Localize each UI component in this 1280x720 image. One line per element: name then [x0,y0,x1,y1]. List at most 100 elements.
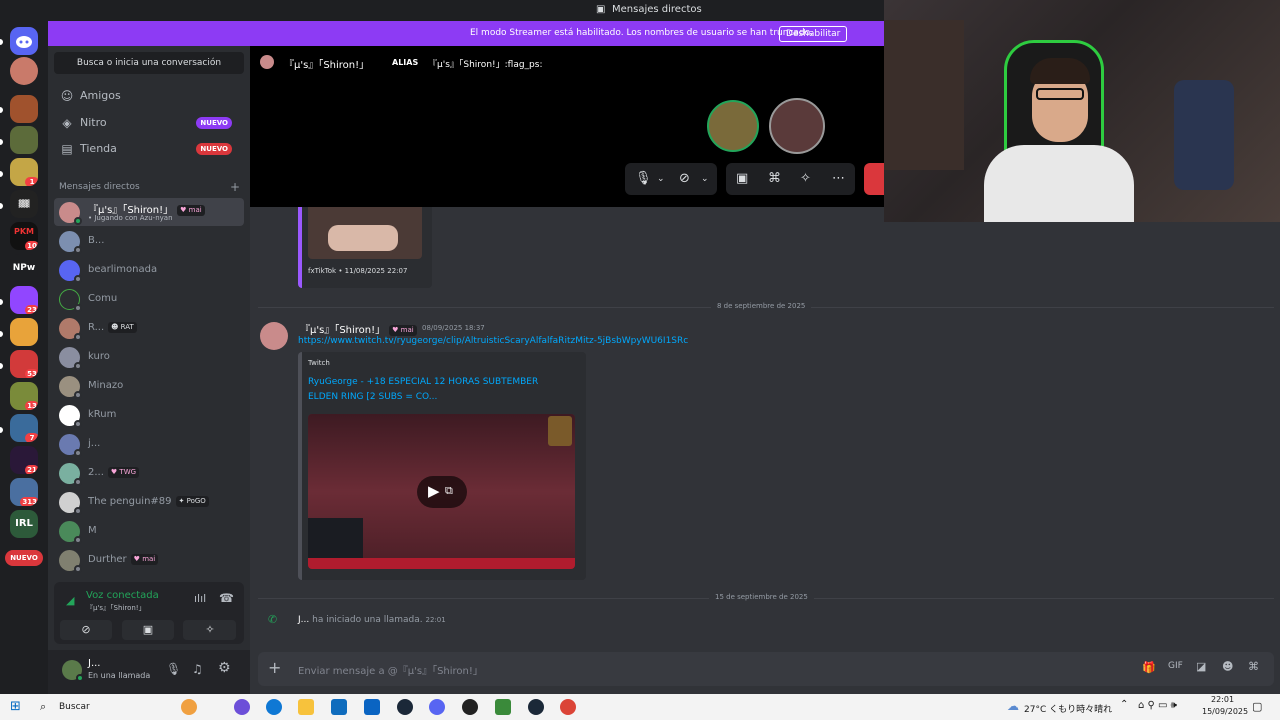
dm-item[interactable]: kRum [54,401,244,429]
gift-icon[interactable]: 🎁 [1142,661,1156,674]
soundboard-button[interactable]: ✧ [184,620,236,640]
tray-icons[interactable]: ⌂ ⚲ ▭ 🕪 [1138,700,1177,711]
chevron-up-icon[interactable]: ⌃ [1120,699,1128,710]
participant-avatar[interactable] [769,98,825,154]
shelf [884,20,964,170]
home-discord-icon[interactable] [10,27,38,55]
weather-icon[interactable]: ☁ [1007,699,1019,713]
gif-icon[interactable]: GIF [1168,661,1183,671]
store-icon[interactable] [331,699,347,715]
dm-item[interactable]: bearlimonada [54,256,244,284]
windows-start-icon[interactable]: ⊞ [10,699,21,714]
server-irl[interactable]: IRL [10,510,38,538]
activity-icon[interactable]: ⌘ [768,171,781,186]
dm-item[interactable]: 『µ's』「Shiron!」 ♥ mai • Jugando con Azu-ny… [54,198,244,226]
author-avatar[interactable] [260,322,288,350]
server-icon[interactable] [10,126,38,154]
soundwave-icon[interactable]: ılıl [194,592,206,605]
message-link[interactable]: https://www.twitch.tv/ryugeorge/clip/Alt… [298,336,688,346]
dm-item[interactable]: j... [54,430,244,458]
play-button[interactable]: ▶ ⧉ [417,476,467,508]
server-icon[interactable]: ▓▓ [10,190,38,218]
emoji-icon[interactable]: ☻ [1222,660,1233,673]
disconnect-icon[interactable]: ☎ [219,591,234,605]
dm-item[interactable]: B... [54,227,244,255]
soundboard-icon[interactable]: ✧ [800,171,811,186]
nav-friends[interactable]: ☺ Amigos [56,84,242,108]
outlook-icon[interactable] [364,699,380,715]
taskbar-time[interactable]: 22:01 [1211,695,1234,704]
nav-shop[interactable]: ▤ Tienda NUEVO [56,137,242,161]
dm-item[interactable]: The penguin#89 ✦ PoGO [54,488,244,516]
disable-streamer-button[interactable]: Deshabilitar [779,26,848,42]
headphones-icon[interactable]: ♫ [192,662,203,676]
server-icon[interactable] [10,95,38,123]
embed-title[interactable]: RyuGeorge - +18 ESPECIAL 12 HORAS SUBTEM… [308,375,558,405]
taskbar-date[interactable]: 15/09/2025 [1202,707,1248,716]
status-dot [74,362,82,370]
create-dm-icon[interactable]: + [230,180,240,194]
obs-icon[interactable] [462,699,478,715]
embed-video-thumbnail[interactable]: ▶ ⧉ [308,414,575,569]
file-explorer-icon[interactable] [298,699,314,715]
dm-activity: • Jugando con Azu-nyan [88,214,173,222]
user-panel: J... En una llamada 🎙 ♫ ⚙ [48,650,250,694]
more-icon[interactable]: ⋯ [832,171,845,186]
hang-up-button[interactable] [864,163,884,195]
dm-item[interactable]: Minazo [54,372,244,400]
camera-off-button[interactable]: ⊘ [60,620,112,640]
server-icon[interactable] [10,318,38,346]
notifications-icon[interactable]: ▢ [1252,700,1262,713]
message-composer[interactable]: + Enviar mensaje a @『µ's』「Shiron!」 🎁 GIF… [258,652,1274,686]
shop-icon: ▤ [61,142,73,156]
embed-thumbnail[interactable] [308,207,422,259]
new-server-badge[interactable]: NUEVO [5,550,43,566]
alias-label: ALIAS [392,58,419,67]
dm-item[interactable]: Durther ♥ mai [54,546,244,574]
search-conversation-button[interactable]: Busca o inicia una conversación [54,52,244,74]
dm-item[interactable]: 2... ♥ TWG [54,459,244,487]
chevron-down-icon[interactable]: ⌄ [657,174,665,184]
search-icon[interactable]: ⌕ [40,700,46,714]
status-dot [74,536,82,544]
server-icon[interactable]: 13 [10,382,38,410]
chevron-down-icon[interactable]: ⌄ [701,174,709,184]
dm-item[interactable]: M [54,517,244,545]
apps-icon[interactable]: ⌘ [1248,660,1259,673]
screen-share-icon[interactable]: ▣ [736,171,748,186]
sticker-icon[interactable]: ◪ [1196,660,1206,673]
message-author[interactable]: 『µ's』「Shiron!」 ♥ mai [300,321,417,336]
dm-avatar-icon[interactable] [10,57,38,85]
steam-icon[interactable] [397,699,413,715]
taskbar-search[interactable]: Buscar [59,702,90,712]
server-icon[interactable]: 7 [10,414,38,442]
chrome-icon[interactable] [560,699,576,715]
server-icon[interactable]: 23 [10,286,38,314]
server-icon[interactable]: 1 [10,158,38,186]
edge-icon[interactable] [266,699,282,715]
add-attachment-icon[interactable]: + [268,658,281,677]
server-icon[interactable]: 53 [10,350,38,378]
weather-text[interactable]: 27°C くもり時々晴れ [1024,702,1112,715]
dm-item[interactable]: kuro [54,343,244,371]
app-icon[interactable] [495,699,511,715]
dm-item[interactable]: R... ☻ RAT [54,314,244,342]
copilot-icon[interactable] [234,699,250,715]
microphone-icon[interactable]: 🎙 [635,171,652,186]
screen-share-button[interactable]: ▣ [122,620,174,640]
dm-name: R... ☻ RAT [88,322,137,333]
dm-item[interactable]: Comu [54,285,244,313]
steam-icon[interactable] [528,699,544,715]
message-input-placeholder[interactable]: Enviar mensaje a @『µ's』「Shiron!」 [298,662,483,677]
widgets-icon[interactable] [181,699,197,715]
server-icon[interactable]: 21 [10,446,38,474]
camera-off-icon[interactable]: ⊘ [679,171,690,186]
microphone-icon[interactable]: 🎙 [166,662,181,676]
server-icon[interactable]: 313 [10,478,38,506]
server-icon[interactable]: PKM 10 [10,222,38,250]
nav-nitro[interactable]: ◈ Nitro NUEVO [56,111,242,135]
settings-gear-icon[interactable]: ⚙ [218,660,231,676]
participant-avatar[interactable] [707,100,759,152]
server-npw[interactable]: NPw [10,254,38,282]
discord-icon[interactable] [429,699,445,715]
